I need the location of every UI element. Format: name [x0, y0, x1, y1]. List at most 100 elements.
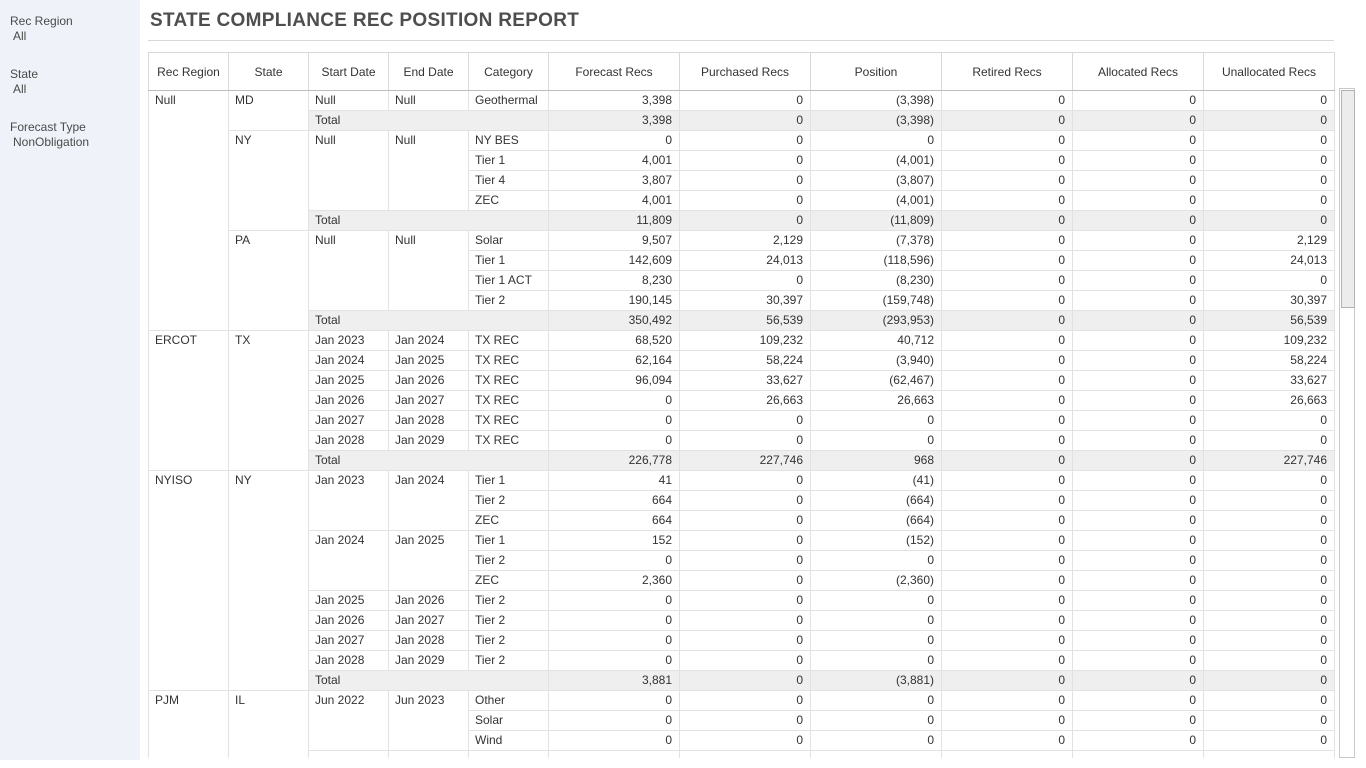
value-cell[interactable]: 0: [942, 571, 1073, 591]
value-cell[interactable]: 3,398: [549, 111, 680, 131]
dimension-cell[interactable]: Null: [149, 91, 229, 331]
value-cell[interactable]: 0: [1073, 291, 1204, 311]
value-cell[interactable]: 0: [942, 371, 1073, 391]
value-cell[interactable]: 664: [549, 511, 680, 531]
value-cell[interactable]: 0: [811, 411, 942, 431]
dimension-cell[interactable]: MD: [229, 91, 309, 131]
dimension-cell[interactable]: Jun 2023: [389, 691, 469, 751]
value-cell[interactable]: 4,001: [549, 191, 680, 211]
value-cell[interactable]: 0: [942, 551, 1073, 571]
dimension-cell[interactable]: Jan 2026: [309, 391, 389, 411]
dimension-cell[interactable]: Tier 1: [469, 531, 549, 551]
value-cell[interactable]: 0: [942, 211, 1073, 231]
dimension-cell[interactable]: Jan 2025: [389, 351, 469, 371]
value-cell[interactable]: 0: [680, 491, 811, 511]
value-cell[interactable]: 0: [680, 511, 811, 531]
dimension-cell[interactable]: Jan 2023: [309, 471, 389, 531]
value-cell[interactable]: 0: [1073, 651, 1204, 671]
value-cell[interactable]: 0: [1204, 431, 1335, 451]
value-cell[interactable]: 0: [942, 311, 1073, 331]
value-cell[interactable]: 40,712: [811, 331, 942, 351]
value-cell[interactable]: 0: [680, 631, 811, 651]
dimension-cell[interactable]: Tier 2: [469, 651, 549, 671]
scrollbar-thumb[interactable]: [1341, 90, 1355, 308]
value-cell[interactable]: 0: [680, 531, 811, 551]
dimension-cell[interactable]: TX REC: [469, 391, 549, 411]
value-cell[interactable]: 0: [1073, 111, 1204, 131]
dimension-cell[interactable]: [389, 751, 469, 759]
value-cell[interactable]: 0: [942, 471, 1073, 491]
value-cell[interactable]: 0: [1073, 631, 1204, 651]
dimension-cell[interactable]: NY BES: [469, 131, 549, 151]
value-cell[interactable]: 0: [1204, 651, 1335, 671]
value-cell[interactable]: 0: [549, 711, 680, 731]
value-cell[interactable]: 0: [942, 131, 1073, 151]
total-label-cell[interactable]: Total: [309, 451, 549, 471]
value-cell[interactable]: 56,539: [1204, 311, 1335, 331]
value-cell[interactable]: 0: [942, 431, 1073, 451]
dimension-cell[interactable]: Tier 1 ACT: [469, 271, 549, 291]
dimension-cell[interactable]: Tier 2: [469, 631, 549, 651]
value-cell[interactable]: 24,013: [680, 251, 811, 271]
dimension-cell[interactable]: PJM: [149, 691, 229, 759]
value-cell[interactable]: 0: [1073, 131, 1204, 151]
value-cell[interactable]: 0: [1073, 691, 1204, 711]
value-cell[interactable]: 0: [942, 691, 1073, 711]
value-cell[interactable]: 0: [1073, 571, 1204, 591]
value-cell[interactable]: 0: [1073, 351, 1204, 371]
value-cell[interactable]: 11,809: [549, 211, 680, 231]
dimension-cell[interactable]: Jan 2027: [389, 391, 469, 411]
value-cell[interactable]: 0: [1073, 451, 1204, 471]
value-cell[interactable]: (152): [811, 531, 942, 551]
value-cell[interactable]: 0: [1073, 711, 1204, 731]
value-cell[interactable]: (7,378): [811, 231, 942, 251]
dimension-cell[interactable]: Tier 1: [469, 471, 549, 491]
value-cell[interactable]: (118,596): [811, 251, 942, 271]
dimension-cell[interactable]: Tier 2: [469, 291, 549, 311]
value-cell[interactable]: 227,746: [680, 451, 811, 471]
value-cell[interactable]: (159,748): [811, 291, 942, 311]
value-cell[interactable]: 0: [1073, 231, 1204, 251]
dimension-cell[interactable]: Jan 2024: [389, 331, 469, 351]
value-cell[interactable]: (3,940): [811, 351, 942, 371]
dimension-cell[interactable]: NYISO: [149, 471, 229, 691]
dimension-cell[interactable]: [309, 751, 389, 759]
value-cell[interactable]: 0: [1204, 591, 1335, 611]
value-cell[interactable]: 0: [1204, 271, 1335, 291]
value-cell[interactable]: 0: [1204, 131, 1335, 151]
dimension-cell[interactable]: Jan 2025: [309, 591, 389, 611]
value-cell[interactable]: 0: [1073, 471, 1204, 491]
dimension-cell[interactable]: NY: [229, 131, 309, 231]
dimension-cell[interactable]: Jan 2027: [309, 411, 389, 431]
dimension-cell[interactable]: Tier 1: [469, 151, 549, 171]
value-cell[interactable]: 0: [549, 411, 680, 431]
dimension-cell[interactable]: Null: [309, 131, 389, 211]
dimension-cell[interactable]: TX REC: [469, 371, 549, 391]
dimension-cell[interactable]: Jan 2024: [309, 351, 389, 371]
value-cell[interactable]: 0: [680, 131, 811, 151]
value-cell[interactable]: 68,520: [549, 331, 680, 351]
value-cell[interactable]: (664): [811, 511, 942, 531]
dimension-cell[interactable]: ZEC: [469, 191, 549, 211]
value-cell[interactable]: 0: [942, 251, 1073, 271]
value-cell[interactable]: 968: [811, 451, 942, 471]
dimension-cell[interactable]: Jan 2026: [389, 591, 469, 611]
value-cell[interactable]: 33,627: [680, 371, 811, 391]
total-label-cell[interactable]: Total: [309, 671, 549, 691]
value-cell[interactable]: 350,492: [549, 311, 680, 331]
value-cell[interactable]: 0: [1204, 551, 1335, 571]
value-cell[interactable]: 0: [1073, 411, 1204, 431]
dimension-cell[interactable]: Null: [389, 131, 469, 211]
value-cell[interactable]: 0: [549, 131, 680, 151]
value-cell[interactable]: 0: [942, 591, 1073, 611]
value-cell[interactable]: 0: [549, 631, 680, 651]
value-cell[interactable]: 0: [942, 451, 1073, 471]
dimension-cell[interactable]: Tier 1: [469, 251, 549, 271]
dimension-cell[interactable]: Tier 2: [469, 611, 549, 631]
value-cell[interactable]: 0: [1204, 111, 1335, 131]
value-cell[interactable]: 0: [1073, 371, 1204, 391]
value-cell[interactable]: 0: [942, 711, 1073, 731]
value-cell[interactable]: 109,232: [680, 331, 811, 351]
value-cell[interactable]: 0: [942, 531, 1073, 551]
value-cell[interactable]: 0: [942, 351, 1073, 371]
